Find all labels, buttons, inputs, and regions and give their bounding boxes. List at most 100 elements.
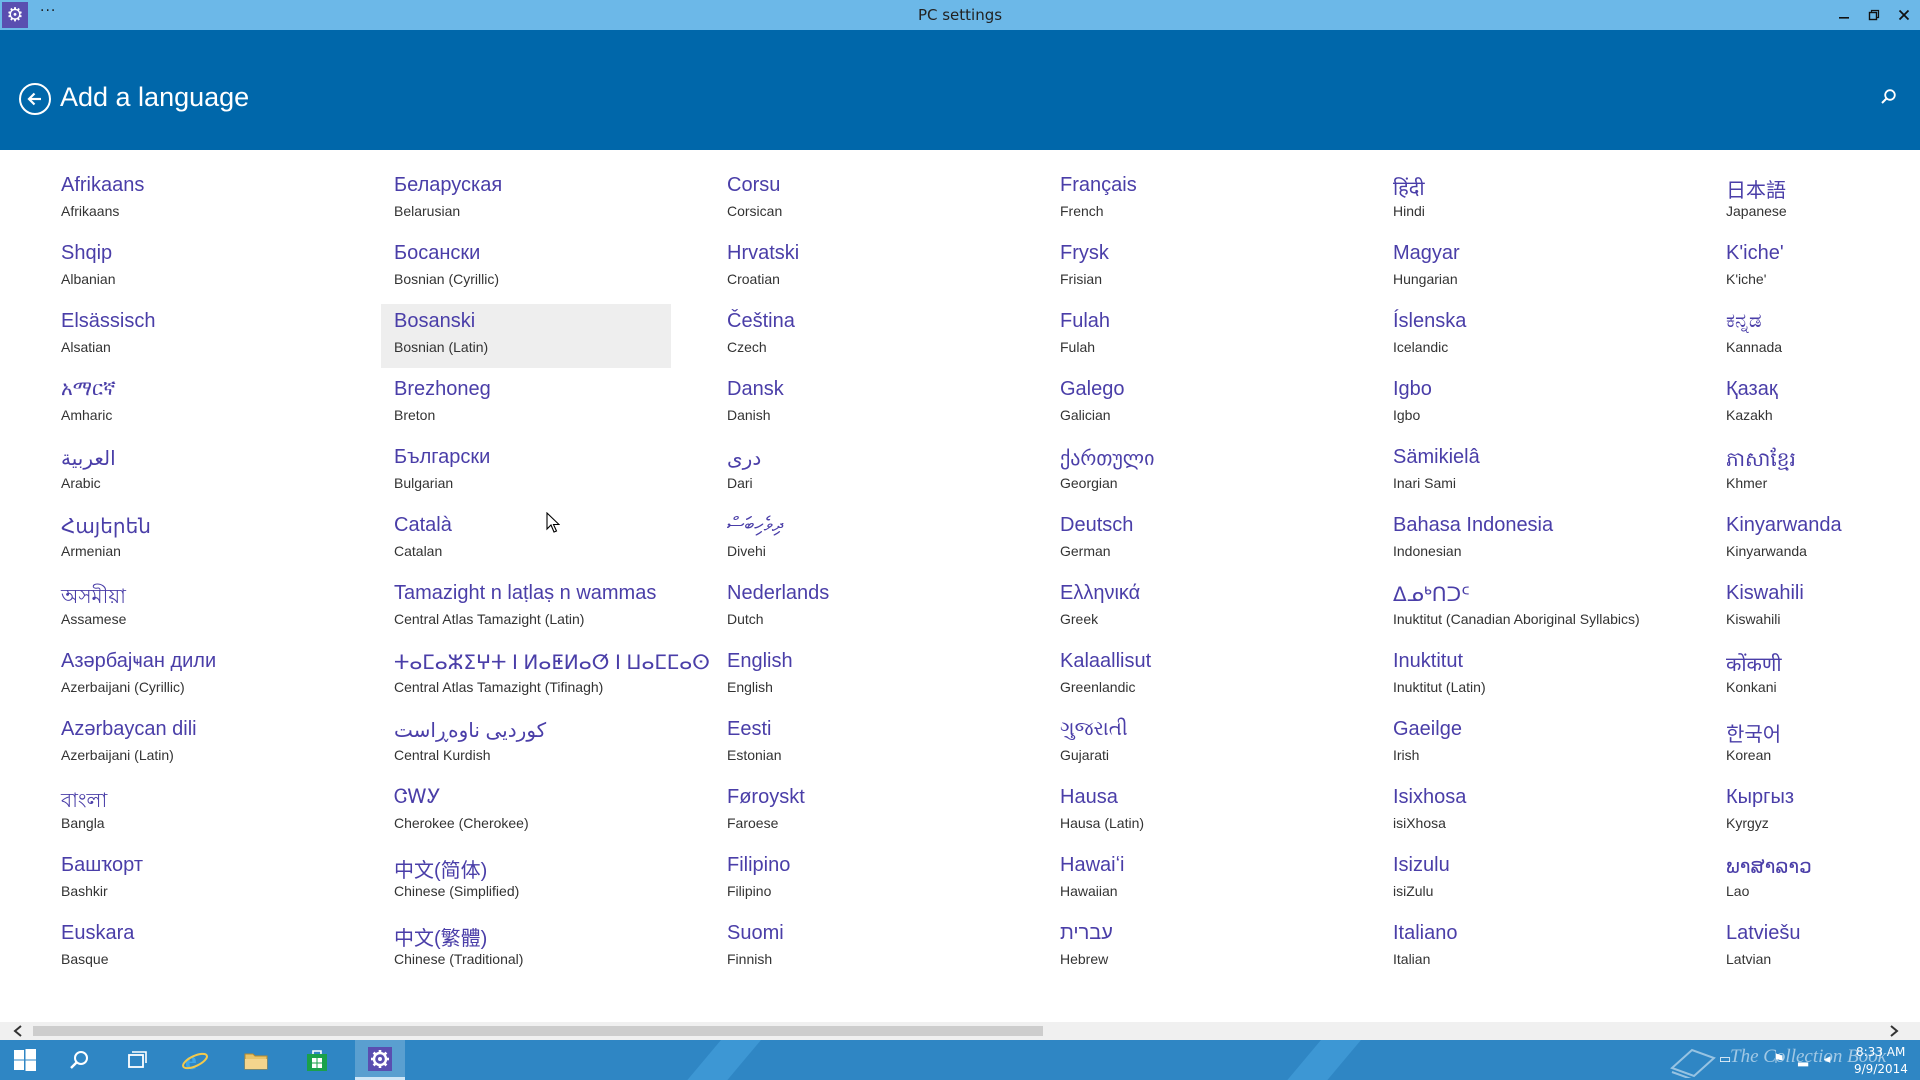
language-item[interactable]: 한국어 Korean — [1713, 712, 1920, 776]
back-button[interactable] — [19, 83, 51, 115]
language-english-name: Inuktitut (Canadian Aboriginal Syllabics… — [1393, 611, 1640, 627]
store-button[interactable] — [292, 1040, 342, 1080]
flag-icon[interactable]: ⚑ — [1770, 1051, 1788, 1069]
language-item[interactable]: ગુજરાતી Gujarati — [1047, 712, 1337, 776]
language-item[interactable]: Català Catalan — [381, 508, 671, 572]
language-item[interactable]: 日本語 Japanese — [1713, 168, 1920, 232]
language-item[interactable]: Magyar Hungarian — [1380, 236, 1670, 300]
task-view-button[interactable] — [112, 1040, 162, 1080]
language-item[interactable]: Tamazight n laṭlaṣ n wammas Central Atlas… — [381, 576, 671, 640]
language-item[interactable]: Deutsch German — [1047, 508, 1337, 572]
language-native-name: Corsu — [727, 174, 781, 196]
language-item[interactable]: Sämikielâ Inari Sami — [1380, 440, 1670, 504]
horizontal-scrollbar[interactable] — [0, 1022, 1920, 1040]
language-english-name: Igbo — [1393, 407, 1421, 423]
language-item[interactable]: Hawaiʻi Hawaiian — [1047, 848, 1337, 912]
language-item[interactable]: العربية Arabic — [48, 440, 338, 504]
language-item[interactable]: 中文(简体) Chinese (Simplified) — [381, 848, 671, 912]
restore-button[interactable] — [1859, 0, 1889, 30]
language-item[interactable]: Kiswahili Kiswahili — [1713, 576, 1920, 640]
language-item[interactable]: Беларуская Belarusian — [381, 168, 671, 232]
file-explorer-button[interactable] — [231, 1040, 281, 1080]
scrollbar-thumb[interactable] — [33, 1026, 1043, 1036]
language-item[interactable]: Eesti Estonian — [714, 712, 1004, 776]
language-item[interactable]: Suomi Finnish — [714, 916, 1004, 980]
language-item[interactable]: Isizulu isiZulu — [1380, 848, 1670, 912]
language-item[interactable]: Fulah Fulah — [1047, 304, 1337, 368]
language-item[interactable]: 中文(繁體) Chinese (Traditional) — [381, 916, 671, 980]
language-item[interactable]: Galego Galician — [1047, 372, 1337, 436]
language-item[interactable]: ភាសាខ្មែរ Khmer — [1713, 440, 1920, 504]
clock-date[interactable]: 9/9/2014 — [1854, 1062, 1908, 1076]
language-item[interactable]: Кыргыз Kyrgyz — [1713, 780, 1920, 844]
close-button[interactable] — [1889, 0, 1919, 30]
language-item[interactable]: Kalaallisut Greenlandic — [1047, 644, 1337, 708]
language-item[interactable]: Íslenska Icelandic — [1380, 304, 1670, 368]
language-item[interactable]: Hrvatski Croatian — [714, 236, 1004, 300]
network-icon[interactable]: ▂ — [1794, 1051, 1812, 1069]
language-item[interactable]: Isixhosa isiXhosa — [1380, 780, 1670, 844]
language-item[interactable]: K'iche' K'iche' — [1713, 236, 1920, 300]
language-item[interactable]: Башҡорт Bashkir — [48, 848, 338, 912]
language-item[interactable]: Азәрбајҹан дили Azerbaijani (Cyrillic) — [48, 644, 338, 708]
search-button[interactable] — [1880, 88, 1902, 110]
language-item[interactable]: ພາສາລາວ Lao — [1713, 848, 1920, 912]
language-item[interactable]: Euskara Basque — [48, 916, 338, 980]
language-item[interactable]: Français French — [1047, 168, 1337, 232]
language-item[interactable]: English English — [714, 644, 1004, 708]
language-item[interactable]: درى Dari — [714, 440, 1004, 504]
language-item[interactable]: Azərbaycan dili Azerbaijani (Latin) — [48, 712, 338, 776]
language-native-name: Français — [1060, 174, 1137, 196]
language-item[interactable]: Gaeilge Irish — [1380, 712, 1670, 776]
language-item[interactable]: Kinyarwanda Kinyarwanda — [1713, 508, 1920, 572]
language-item[interactable]: कोंकणी Konkani — [1713, 644, 1920, 708]
language-item[interactable]: Hausa Hausa (Latin) — [1047, 780, 1337, 844]
language-item[interactable]: ᏣᎳᎩ Cherokee (Cherokee) — [381, 780, 671, 844]
internet-explorer-button[interactable]: e — [170, 1040, 220, 1080]
language-item[interactable]: Brezhoneg Breton — [381, 372, 671, 436]
scroll-right-arrow-icon[interactable] — [1888, 1022, 1906, 1040]
language-item[interactable]: Italiano Italian — [1380, 916, 1670, 980]
language-item[interactable]: हिंदी Hindi — [1380, 168, 1670, 232]
language-item[interactable]: Inuktitut Inuktitut (Latin) — [1380, 644, 1670, 708]
language-item[interactable]: Dansk Danish — [714, 372, 1004, 436]
language-item[interactable]: Қазақ Kazakh — [1713, 372, 1920, 436]
clock-time[interactable]: 8:33 AM — [1856, 1045, 1905, 1059]
language-item[interactable]: Čeština Czech — [714, 304, 1004, 368]
language-item[interactable]: ಕನ್ನಡ Kannada — [1713, 304, 1920, 368]
language-item[interactable]: Հայերեն Armenian — [48, 508, 338, 572]
start-button[interactable] — [0, 1040, 50, 1080]
language-item[interactable]: অসমীয়া Assamese — [48, 576, 338, 640]
language-item[interactable]: ქართული Georgian — [1047, 440, 1337, 504]
minimize-button[interactable] — [1829, 0, 1859, 30]
language-item[interactable]: Afrikaans Afrikaans — [48, 168, 338, 232]
search-button[interactable] — [54, 1040, 104, 1080]
notifications-icon[interactable]: ▭ — [1716, 1051, 1734, 1069]
language-item[interactable]: Bahasa Indonesia Indonesian — [1380, 508, 1670, 572]
language-item[interactable]: Босански Bosnian (Cyrillic) — [381, 236, 671, 300]
language-item[interactable]: Filipino Filipino — [714, 848, 1004, 912]
language-item[interactable]: Føroyskt Faroese — [714, 780, 1004, 844]
language-item[interactable]: ⵜⴰⵎⴰⵣⵉⵖⵜ ⵏ ⵍⴰⵟⵍⴰⵚ ⵏ ⵡⴰⵎⵎⴰⵙ Central Atlas … — [381, 644, 710, 708]
language-item[interactable]: Latviešu Latvian — [1713, 916, 1920, 980]
volume-icon[interactable]: ◂ — [1818, 1051, 1836, 1069]
language-item[interactable]: Shqip Albanian — [48, 236, 338, 300]
language-item[interactable]: Elsässisch Alsatian — [48, 304, 338, 368]
language-item[interactable]: עברית Hebrew — [1047, 916, 1337, 980]
language-item[interactable]: ދިވެހިބަސް Divehi — [714, 508, 1004, 572]
language-item[interactable]: বাংলা Bangla — [48, 780, 338, 844]
scroll-left-arrow-icon[interactable] — [12, 1022, 30, 1040]
language-item[interactable]: Frysk Frisian — [1047, 236, 1337, 300]
language-english-name: Corsican — [727, 203, 783, 219]
language-item[interactable]: Bosanski Bosnian (Latin) — [381, 304, 671, 368]
language-item[interactable]: Ελληνικά Greek — [1047, 576, 1337, 640]
language-item[interactable]: کوردیی ناوەڕاست Central Kurdish — [381, 712, 671, 776]
pc-settings-button[interactable] — [355, 1040, 405, 1080]
language-item[interactable]: ᐃᓄᒃᑎᑐᑦ Inuktitut (Canadian Aboriginal Syl… — [1380, 576, 1670, 640]
language-item[interactable]: አማርኛ Amharic — [48, 372, 338, 436]
language-item[interactable]: Български Bulgarian — [381, 440, 671, 504]
language-item[interactable]: Nederlands Dutch — [714, 576, 1004, 640]
language-item[interactable]: Igbo Igbo — [1380, 372, 1670, 436]
language-english-name: Khmer — [1726, 475, 1768, 491]
language-item[interactable]: Corsu Corsican — [714, 168, 1004, 232]
